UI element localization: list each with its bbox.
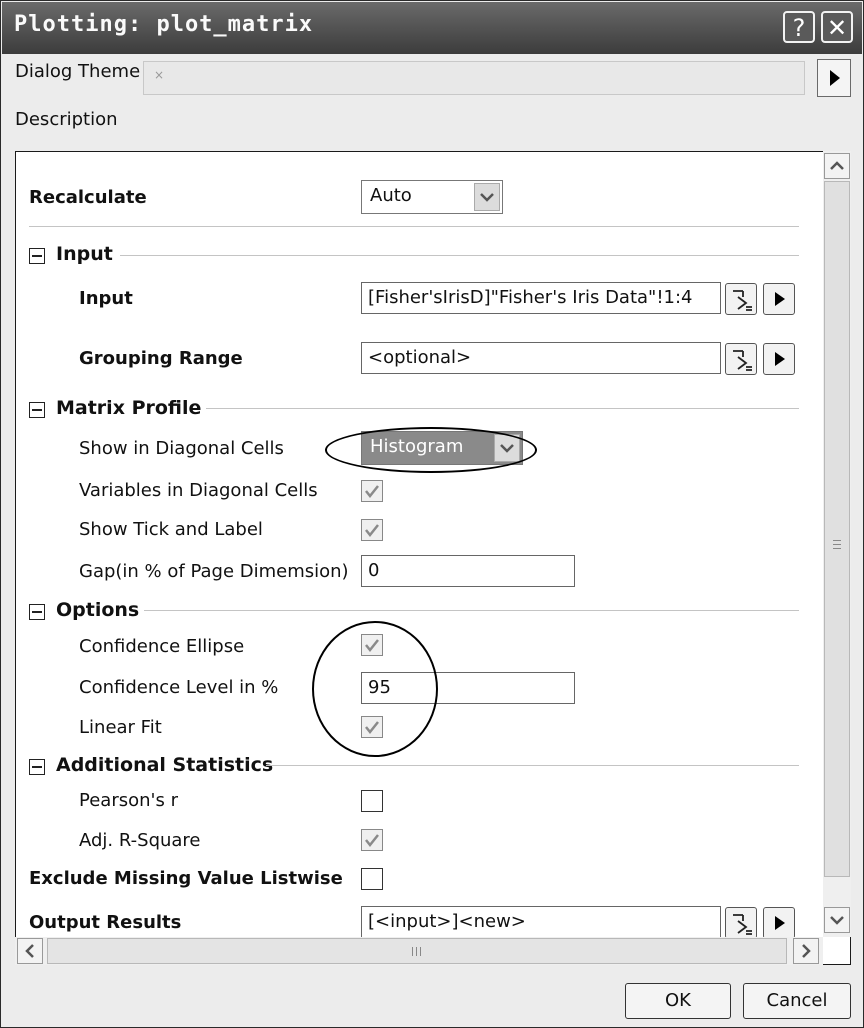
thumb-grip [420, 947, 421, 956]
section-divider [120, 255, 799, 256]
highlight-ellipse [312, 621, 438, 757]
collapse-additional-statistics-icon[interactable] [29, 759, 45, 775]
right-triangle-icon [775, 916, 785, 930]
pearson-checkbox[interactable] [361, 790, 383, 812]
range-select-icon [733, 290, 752, 311]
exclude-missing-checkbox[interactable] [361, 868, 383, 890]
recalculate-dropdown-button[interactable] [474, 183, 500, 211]
thumb-grip [833, 544, 841, 545]
close-button[interactable]: ✕ [821, 11, 853, 43]
checkmark-icon [365, 834, 379, 848]
section-divider [266, 765, 799, 766]
dialog-theme-label: Dialog Theme [15, 61, 141, 82]
collapse-matrix-profile-icon[interactable] [29, 402, 45, 418]
window-title: Plotting: plot_matrix [14, 12, 314, 37]
linear-fit-label: Linear Fit [79, 717, 162, 738]
scroll-left-button[interactable] [17, 938, 43, 964]
thumb-grip [833, 548, 841, 549]
thumb-grip [833, 540, 841, 541]
variables-diagonal-label: Variables in Diagonal Cells [79, 480, 318, 501]
output-results-label: Output Results [29, 912, 182, 933]
right-triangle-icon [775, 292, 785, 306]
recalculate-label: Recalculate [29, 187, 147, 208]
input-range-field[interactable]: [Fisher'sIrisD]"Fisher's Iris Data"!1:4 [361, 282, 721, 314]
input-label: Input [79, 288, 133, 309]
recalculate-dropdown[interactable]: Auto [361, 180, 503, 214]
gap-label: Gap(in % of Page Dimemsion) [79, 561, 349, 582]
adj-r-square-label: Adj. R-Square [79, 830, 201, 851]
chevron-down-icon [480, 193, 494, 202]
scroll-down-button[interactable] [824, 907, 850, 933]
vertical-scrollbar[interactable] [823, 151, 851, 937]
chevron-down-icon [830, 916, 844, 925]
range-select-icon [733, 350, 752, 371]
show-tick-label: Show Tick and Label [79, 519, 263, 540]
section-options-title: Options [56, 599, 140, 621]
vertical-scroll-thumb[interactable] [824, 181, 850, 877]
section-divider [206, 408, 799, 409]
output-results-field[interactable]: [<input>]<new> [361, 906, 721, 938]
output-flyout-button[interactable] [763, 907, 795, 939]
ok-button[interactable]: OK [625, 983, 731, 1019]
dialog-theme-field[interactable]: × [143, 61, 805, 95]
variables-diagonal-checkbox[interactable] [361, 480, 383, 502]
grouping-flyout-button[interactable] [763, 343, 795, 375]
gap-field[interactable]: 0 [361, 555, 575, 587]
scroll-up-button[interactable] [824, 153, 850, 179]
output-range-select-button[interactable] [725, 907, 757, 939]
plot-matrix-dialog: Plotting: plot_matrix ? ✕ Dialog Theme ×… [0, 0, 864, 1028]
scroll-right-button[interactable] [793, 938, 819, 964]
divider [29, 226, 799, 227]
collapse-options-icon[interactable] [29, 604, 45, 620]
description-label: Description [15, 109, 118, 130]
input-flyout-button[interactable] [763, 283, 795, 315]
confidence-ellipse-label: Confidence Ellipse [79, 636, 245, 657]
section-additional-statistics-title: Additional Statistics [56, 754, 274, 776]
chevron-left-icon [25, 944, 34, 958]
dialog-theme-menu-button[interactable] [817, 59, 851, 97]
collapse-input-icon[interactable] [29, 248, 45, 264]
highlight-ellipse [325, 427, 537, 473]
settings-panel: Recalculate Auto Input Input [Fisher'sIr… [15, 151, 851, 965]
checkmark-icon [365, 524, 379, 538]
help-button[interactable]: ? [783, 11, 815, 43]
section-input-title: Input [56, 243, 113, 265]
input-range-select-button[interactable] [725, 283, 757, 315]
chevron-right-icon [802, 944, 811, 958]
grouping-range-select-button[interactable] [725, 343, 757, 375]
grouping-range-field[interactable]: <optional> [361, 342, 721, 374]
section-matrix-profile-title: Matrix Profile [56, 397, 202, 419]
thumb-grip [412, 947, 413, 956]
show-tick-checkbox[interactable] [361, 519, 383, 541]
title-bar[interactable]: Plotting: plot_matrix ? ✕ [2, 2, 862, 54]
thumb-grip [416, 947, 417, 956]
horizontal-scrollbar[interactable] [15, 937, 823, 965]
right-triangle-icon [775, 352, 785, 366]
range-select-icon [733, 914, 752, 935]
right-triangle-icon [830, 70, 840, 86]
chevron-up-icon [830, 161, 844, 170]
show-diagonal-label: Show in Diagonal Cells [79, 438, 284, 459]
cancel-button[interactable]: Cancel [743, 983, 851, 1019]
checkmark-icon [365, 485, 379, 499]
recalculate-value: Auto [370, 185, 412, 206]
section-divider [144, 610, 799, 611]
horizontal-scroll-thumb[interactable] [47, 938, 787, 964]
confidence-level-label: Confidence Level in % [79, 677, 279, 698]
exclude-missing-label: Exclude Missing Value Listwise [29, 868, 343, 889]
pearson-label: Pearson's r [79, 790, 178, 811]
grouping-range-label: Grouping Range [79, 348, 243, 369]
adj-r-square-checkbox[interactable] [361, 829, 383, 851]
